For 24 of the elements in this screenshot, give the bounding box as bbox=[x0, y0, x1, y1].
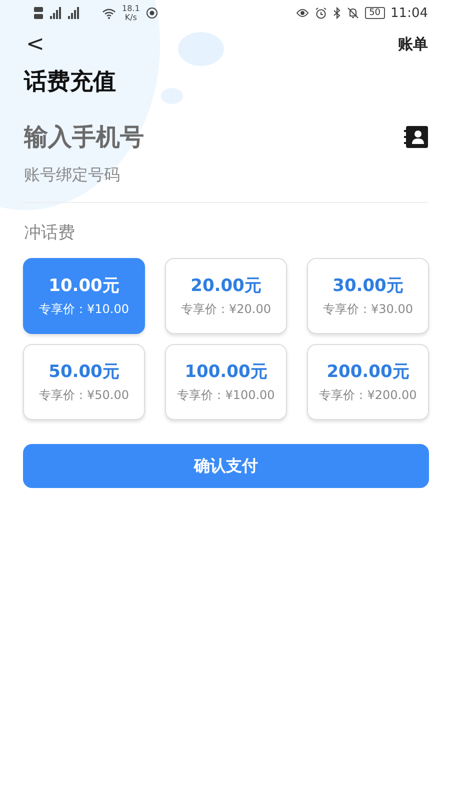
background-bubble bbox=[178, 32, 224, 66]
page-title: 话费充值 bbox=[24, 68, 116, 97]
amount-option[interactable]: 10.00元 专享价：¥10.00 bbox=[23, 258, 145, 334]
clock-time: 11:04 bbox=[390, 6, 428, 20]
battery-level: 50 bbox=[365, 7, 385, 19]
network-speed: 18.1 bbox=[122, 4, 140, 13]
phone-hint: 账号绑定号码 bbox=[24, 165, 121, 186]
alarm-icon bbox=[315, 7, 328, 19]
amount-option[interactable]: 20.00元 专享价：¥20.00 bbox=[165, 258, 287, 334]
section-label: 冲话费 bbox=[24, 222, 76, 244]
amount-option[interactable]: 50.00元 专享价：¥50.00 bbox=[23, 344, 145, 420]
eye-icon bbox=[296, 8, 310, 18]
wifi-icon bbox=[102, 8, 116, 18]
shield-icon bbox=[146, 7, 158, 19]
mute-icon bbox=[347, 7, 360, 19]
bill-link[interactable]: 账单 bbox=[398, 34, 428, 54]
amount-option[interactable]: 200.00元 专享价：¥200.00 bbox=[307, 344, 429, 420]
amount-option[interactable]: 100.00元 专享价：¥100.00 bbox=[165, 344, 287, 420]
bluetooth-icon bbox=[333, 7, 342, 19]
back-button[interactable]: < bbox=[26, 32, 44, 56]
amount-option[interactable]: 30.00元 专享价：¥30.00 bbox=[307, 258, 429, 334]
contacts-icon[interactable] bbox=[404, 126, 428, 148]
confirm-pay-button[interactable]: 确认支付 bbox=[23, 444, 429, 488]
speed-unit: K/s bbox=[124, 13, 137, 22]
